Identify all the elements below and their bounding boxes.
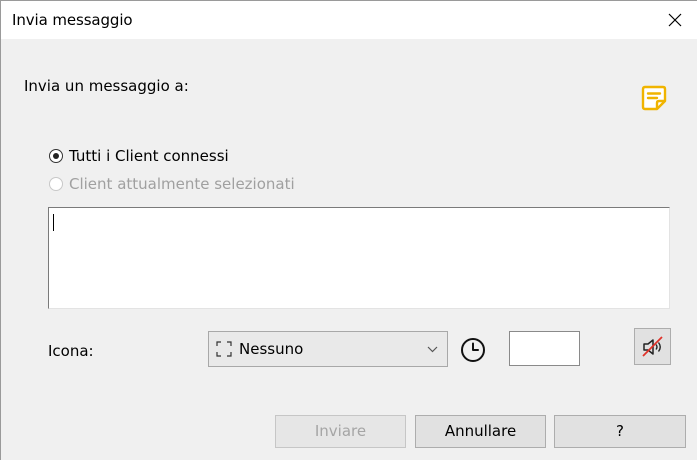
radio-selected-clients: Client attualmente selezionati <box>49 173 295 195</box>
window-title: Invia messaggio <box>12 11 133 29</box>
timer-seconds-input[interactable] <box>509 331 580 366</box>
message-text-area[interactable] <box>48 207 670 309</box>
close-icon <box>668 13 682 27</box>
empty-frame-icon <box>216 341 232 357</box>
sound-toggle-button[interactable] <box>634 328 671 365</box>
icon-dropdown[interactable]: Nessuno <box>208 331 448 367</box>
radio-button-checked[interactable] <box>49 149 63 163</box>
clock-icon <box>461 338 485 362</box>
radio-button-disabled <box>49 177 63 191</box>
sticky-note-icon <box>641 85 667 111</box>
send-to-label: Invia un messaggio a: <box>24 77 189 95</box>
close-button[interactable] <box>651 1 697 39</box>
cancel-button[interactable]: Annullare <box>415 415 546 448</box>
speaker-muted-icon <box>642 336 663 357</box>
icon-label: Icona: <box>48 342 94 360</box>
send-button: Inviare <box>275 415 406 448</box>
help-button[interactable]: ? <box>554 415 686 448</box>
chevron-down-icon <box>427 346 438 353</box>
radio-selected-clients-label: Client attualmente selezionati <box>69 175 295 193</box>
title-bar: Invia messaggio <box>1 1 697 39</box>
text-caret <box>53 214 54 231</box>
radio-all-clients[interactable]: Tutti i Client connessi <box>49 145 229 167</box>
radio-all-clients-label: Tutti i Client connessi <box>69 147 229 165</box>
icon-dropdown-value: Nessuno <box>239 340 304 358</box>
send-message-dialog: Invia messaggio Invia un messaggio a: Tu… <box>0 0 697 460</box>
